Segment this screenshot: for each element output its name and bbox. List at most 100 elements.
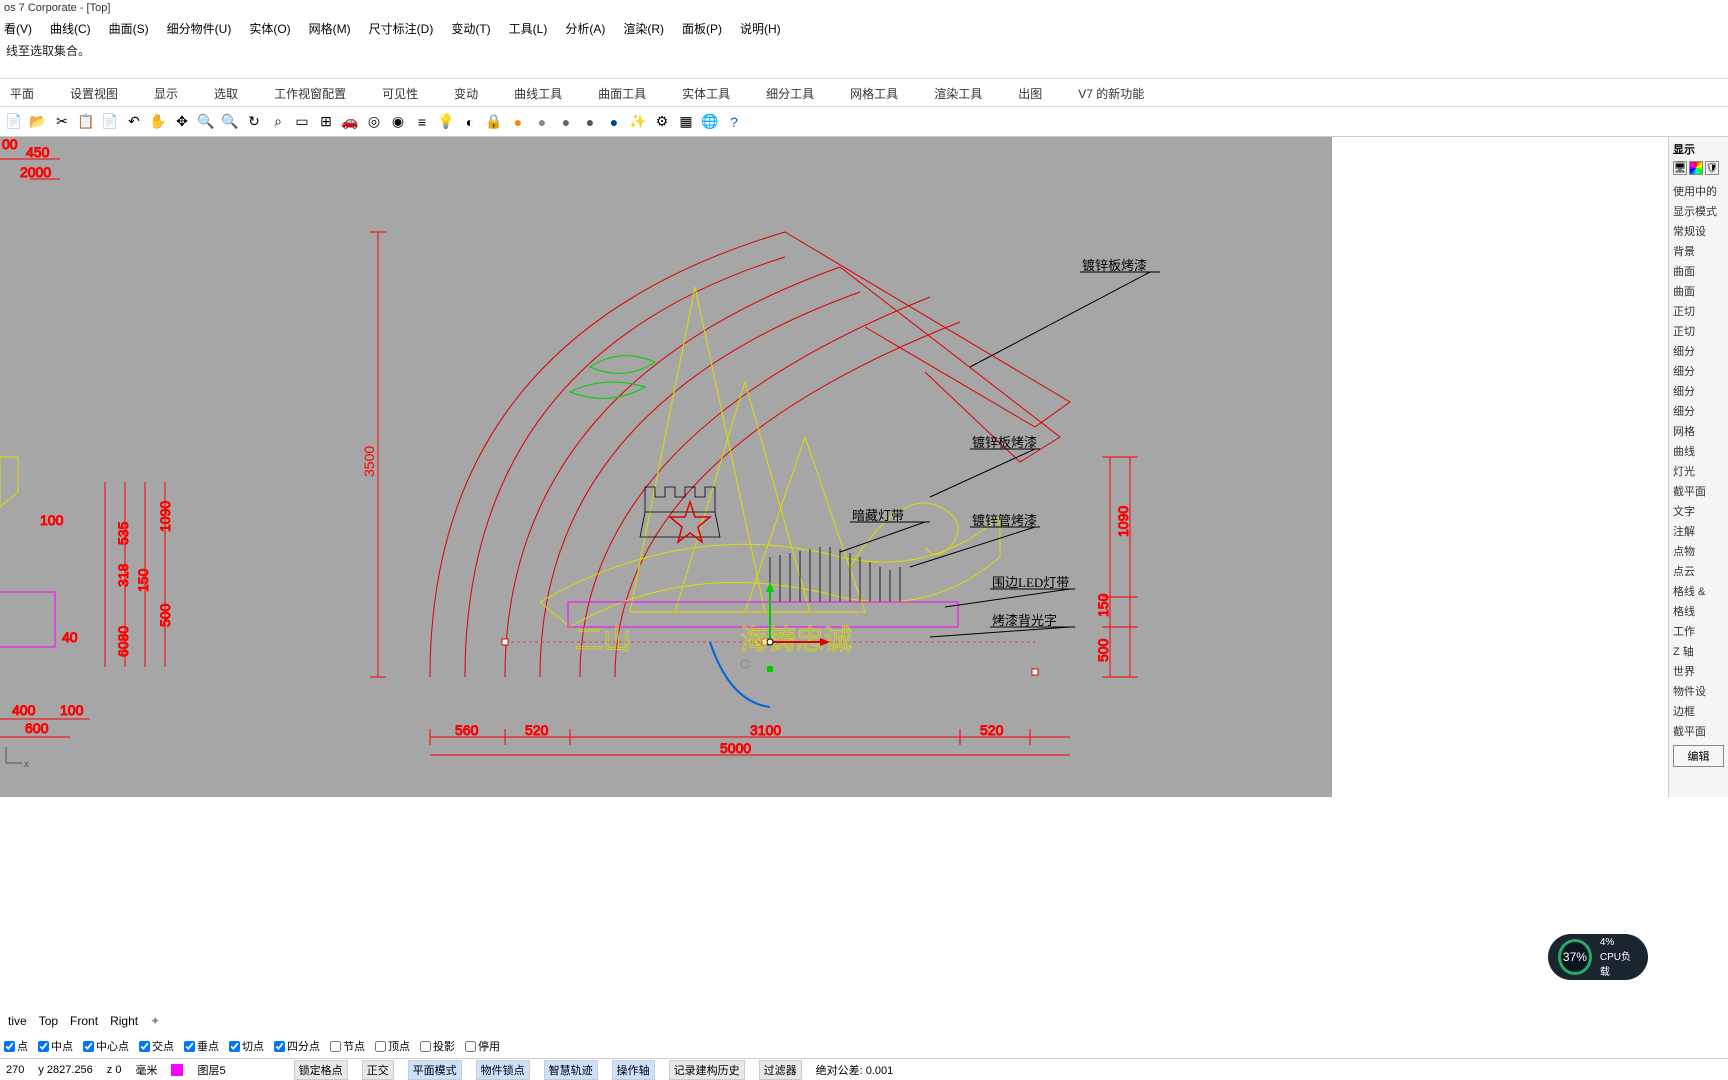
- new-icon[interactable]: 📄: [4, 112, 24, 132]
- status-planar[interactable]: 平面模式: [408, 1060, 462, 1080]
- panel-item[interactable]: 点物: [1673, 541, 1724, 561]
- panel-item[interactable]: 工作: [1673, 621, 1724, 641]
- menu-curve[interactable]: 曲线(C): [50, 20, 91, 38]
- panel-item[interactable]: 格线 &: [1673, 581, 1724, 601]
- status-history[interactable]: 记录建构历史: [669, 1060, 745, 1080]
- setview-icon[interactable]: ◉: [388, 112, 408, 132]
- tab-display[interactable]: 显示: [154, 85, 178, 100]
- panel-item[interactable]: 世界: [1673, 661, 1724, 681]
- tab-drafting[interactable]: 出图: [1018, 85, 1042, 100]
- light-icon[interactable]: 💡: [436, 112, 456, 132]
- tab-setview[interactable]: 设置视图: [70, 85, 118, 100]
- move-icon[interactable]: ✥: [172, 112, 192, 132]
- menu-render[interactable]: 渲染(R): [623, 20, 664, 38]
- pan-icon[interactable]: ✋: [148, 112, 168, 132]
- osnap-point[interactable]: 点: [4, 1038, 28, 1054]
- status-osnap[interactable]: 物件锁点: [476, 1060, 530, 1080]
- copy-icon[interactable]: 📋: [76, 112, 96, 132]
- panel-icon-shield[interactable]: 🛡: [1705, 161, 1719, 175]
- open-icon[interactable]: 📂: [28, 112, 48, 132]
- panel-item[interactable]: 格线: [1673, 601, 1724, 621]
- menu-mesh[interactable]: 网格(M): [309, 20, 351, 38]
- layer-swatch[interactable]: [171, 1064, 183, 1076]
- menu-analyze[interactable]: 分析(A): [565, 20, 605, 38]
- menu-help[interactable]: 说明(H): [740, 20, 781, 38]
- panel-item[interactable]: 常规设: [1673, 221, 1724, 241]
- tab-curve-tools[interactable]: 曲线工具: [514, 85, 562, 100]
- panel-item[interactable]: 文字: [1673, 501, 1724, 521]
- panel-item[interactable]: 网格: [1673, 421, 1724, 441]
- menu-transform[interactable]: 变动(T): [451, 20, 490, 38]
- grid-icon[interactable]: ⊞: [316, 112, 336, 132]
- lock-icon[interactable]: 🔒: [484, 112, 504, 132]
- menu-tools[interactable]: 工具(L): [509, 20, 548, 38]
- menu-dimension[interactable]: 尺寸标注(D): [369, 20, 434, 38]
- sphere4-icon[interactable]: ●: [604, 112, 624, 132]
- panel-item[interactable]: 显示模式: [1673, 201, 1724, 221]
- undo-icon[interactable]: ↶: [124, 112, 144, 132]
- car-icon[interactable]: 🚗: [340, 112, 360, 132]
- status-ortho[interactable]: 正交: [362, 1060, 394, 1080]
- panel-item[interactable]: 细分: [1673, 381, 1724, 401]
- panel-item[interactable]: 细分: [1673, 341, 1724, 361]
- panel-item[interactable]: 曲面: [1673, 261, 1724, 281]
- current-layer[interactable]: 图层5: [197, 1062, 225, 1078]
- tab-solid-tools[interactable]: 实体工具: [682, 85, 730, 100]
- panel-edit-button[interactable]: 编辑: [1673, 745, 1724, 767]
- zoom-extents-icon[interactable]: 🔍: [220, 112, 240, 132]
- tab-mesh-tools[interactable]: 网格工具: [850, 85, 898, 100]
- osnap-tan[interactable]: 切点: [229, 1038, 264, 1054]
- panel-item[interactable]: 细分: [1673, 401, 1724, 421]
- rotate-view-icon[interactable]: ↻: [244, 112, 264, 132]
- cut-icon[interactable]: ✂: [52, 112, 72, 132]
- osnap-quad[interactable]: 四分点: [274, 1038, 320, 1054]
- tab-render-tools[interactable]: 渲染工具: [934, 85, 982, 100]
- panel-item[interactable]: 截平面: [1673, 721, 1724, 741]
- panel-item[interactable]: Z 轴: [1673, 641, 1724, 661]
- osnap-mid[interactable]: 中点: [38, 1038, 73, 1054]
- menu-subd[interactable]: 细分物件(U): [167, 20, 232, 38]
- cplane-icon[interactable]: ◎: [364, 112, 384, 132]
- shade-icon[interactable]: ◐: [460, 112, 480, 132]
- sphere2-icon[interactable]: ●: [556, 112, 576, 132]
- status-gumball[interactable]: 操作轴: [612, 1060, 655, 1080]
- panel-item[interactable]: 正切: [1673, 301, 1724, 321]
- help-icon[interactable]: ?: [724, 112, 744, 132]
- panel-item[interactable]: 曲线: [1673, 441, 1724, 461]
- panel-item[interactable]: 注解: [1673, 521, 1724, 541]
- osnap-perp[interactable]: 垂点: [184, 1038, 219, 1054]
- tab-subd-tools[interactable]: 细分工具: [766, 85, 814, 100]
- wand-icon[interactable]: ✨: [628, 112, 648, 132]
- panel-item[interactable]: 边框: [1673, 701, 1724, 721]
- tab-top[interactable]: Top: [39, 1014, 58, 1032]
- status-filter[interactable]: 过滤器: [759, 1060, 802, 1080]
- status-gridsnap[interactable]: 锁定格点: [294, 1060, 348, 1080]
- osnap-project[interactable]: 投影: [420, 1038, 455, 1054]
- tab-surface-tools[interactable]: 曲面工具: [598, 85, 646, 100]
- panel-item[interactable]: 截平面: [1673, 481, 1724, 501]
- add-view-icon[interactable]: ✦: [150, 1014, 160, 1032]
- tab-visibility[interactable]: 可见性: [382, 85, 418, 100]
- menu-surface[interactable]: 曲面(S): [109, 20, 149, 38]
- osnap-knot[interactable]: 节点: [330, 1038, 365, 1054]
- status-smarttrack[interactable]: 智慧轨迹: [544, 1060, 598, 1080]
- tab-viewport[interactable]: 工作视窗配置: [274, 85, 346, 100]
- panel-item[interactable]: 灯光: [1673, 461, 1724, 481]
- material-icon[interactable]: ●: [508, 112, 528, 132]
- tab-front[interactable]: Front: [70, 1014, 98, 1032]
- zoom-window-icon[interactable]: ⌕: [268, 112, 288, 132]
- panel-item[interactable]: 正切: [1673, 321, 1724, 341]
- arrange-icon[interactable]: ▦: [676, 112, 696, 132]
- sphere1-icon[interactable]: ●: [532, 112, 552, 132]
- panel-icon-color[interactable]: [1689, 161, 1703, 175]
- osnap-center[interactable]: 中心点: [83, 1038, 129, 1054]
- menu-panel[interactable]: 面板(P): [682, 20, 722, 38]
- tab-transform[interactable]: 变动: [454, 85, 478, 100]
- tab-new-v7[interactable]: V7 的新功能: [1078, 85, 1144, 100]
- panel-item[interactable]: 使用中的: [1673, 181, 1724, 201]
- globe-icon[interactable]: 🌐: [700, 112, 720, 132]
- select-icon[interactable]: ▭: [292, 112, 312, 132]
- top-viewport[interactable]: 00 450 2000 100 535 318 150 1090 500 40 …: [0, 137, 1332, 797]
- menu-solid[interactable]: 实体(O): [249, 20, 290, 38]
- layers-icon[interactable]: ≡: [412, 112, 432, 132]
